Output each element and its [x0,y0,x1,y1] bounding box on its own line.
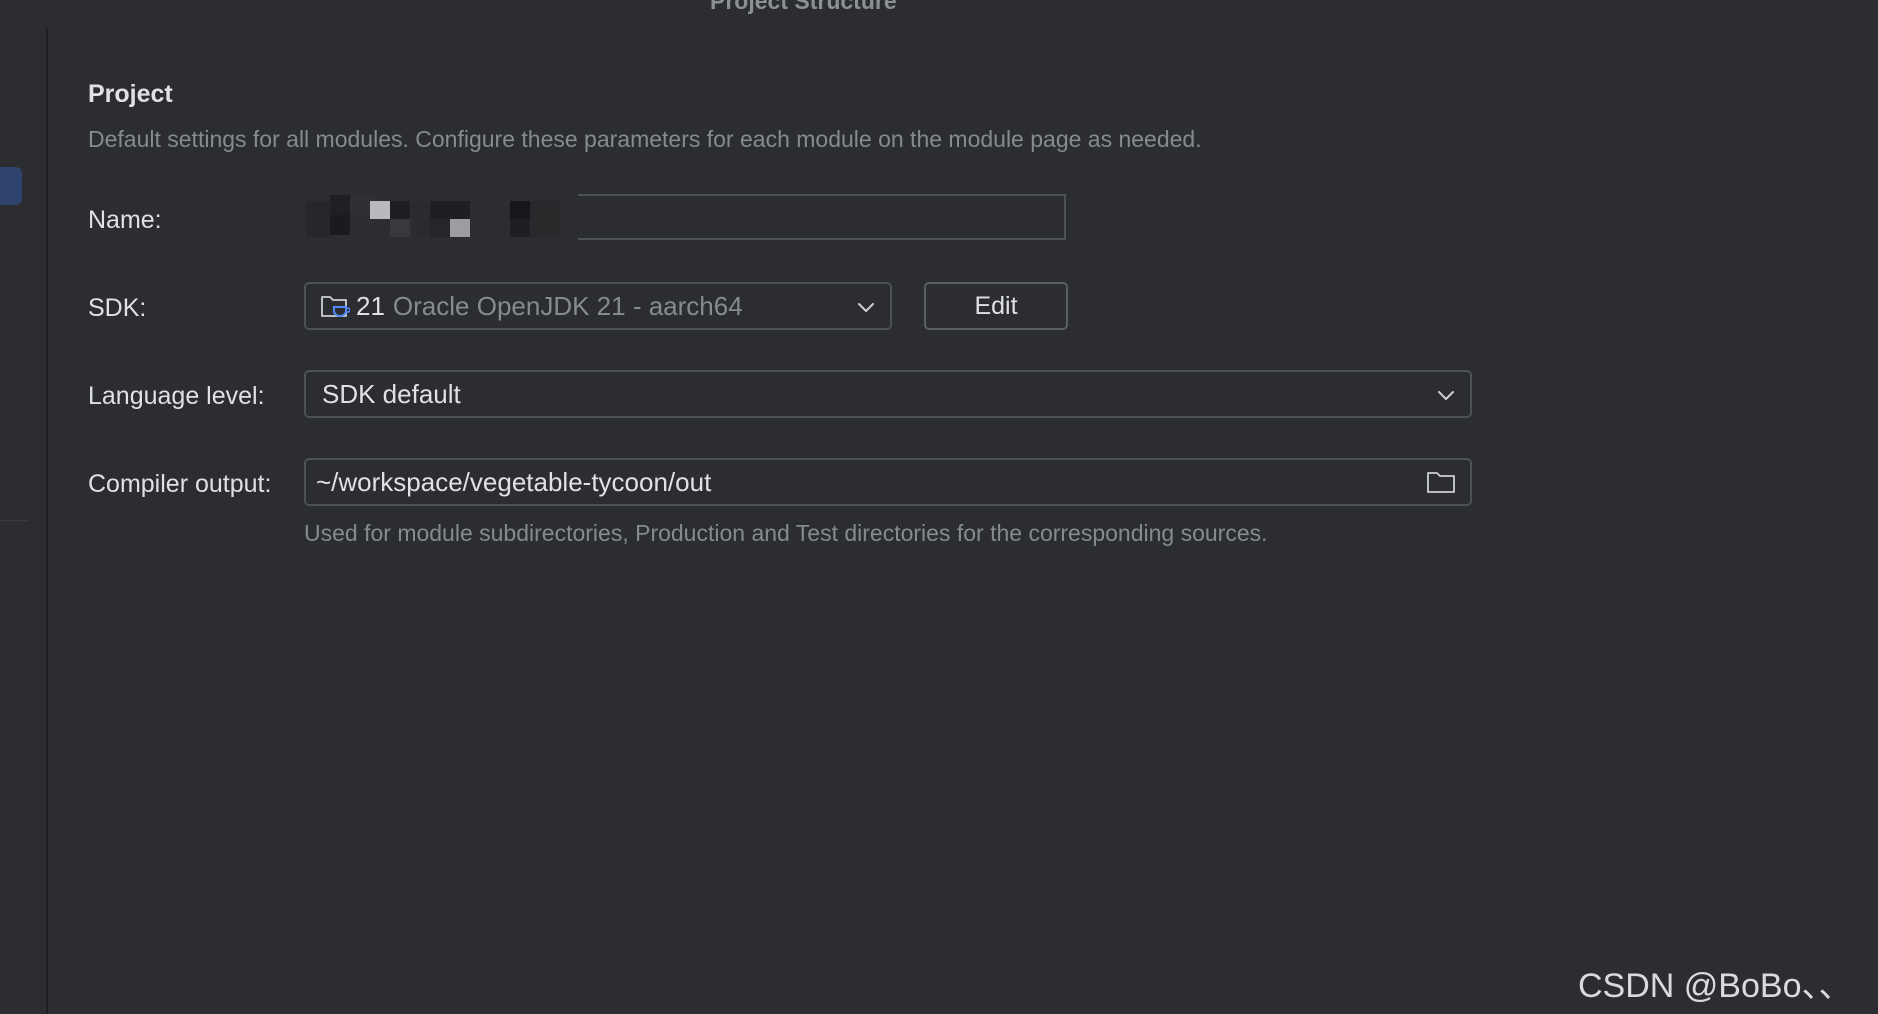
compiler-output-hint: Used for module subdirectories, Producti… [304,520,1268,546]
watermark: CSDN @BoBo、、 [1578,967,1853,1005]
language-level-value: SDK default [322,378,461,409]
chevron-down-icon[interactable] [1436,388,1456,400]
sdk-edit-button[interactable]: Edit [924,282,1068,330]
name-redacted-value [306,195,576,245]
sidebar-selected-item[interactable] [0,167,22,205]
project-structure-dialog: Project Structure Project Default settin… [0,0,1878,1014]
folder-icon[interactable] [1426,470,1456,494]
section-description: Default settings for all modules. Config… [88,126,1202,152]
name-label: Name: [88,206,162,234]
sdk-label: SDK: [88,294,147,322]
section-title: Project [88,80,173,108]
language-level-label: Language level: [88,382,265,410]
compiler-output-value[interactable]: ~/workspace/vegetable-tycoon/out [316,467,711,498]
sdk-version: 21 [356,290,385,321]
jdk-folder-icon [320,292,351,320]
sdk-name: Oracle OpenJDK 21 - aarch64 [392,290,743,321]
language-level-combobox[interactable]: SDK default [304,370,1472,418]
compiler-output-field[interactable]: ~/workspace/vegetable-tycoon/out [304,458,1472,506]
sidebar [0,28,48,1014]
compiler-output-label: Compiler output: [88,470,272,498]
name-field[interactable] [578,194,1066,240]
chevron-down-icon[interactable] [856,300,876,312]
window-title: Project Structure [710,0,897,14]
sdk-combobox[interactable]: 21 Oracle OpenJDK 21 - aarch64 [304,282,892,330]
sidebar-divider [0,520,28,521]
